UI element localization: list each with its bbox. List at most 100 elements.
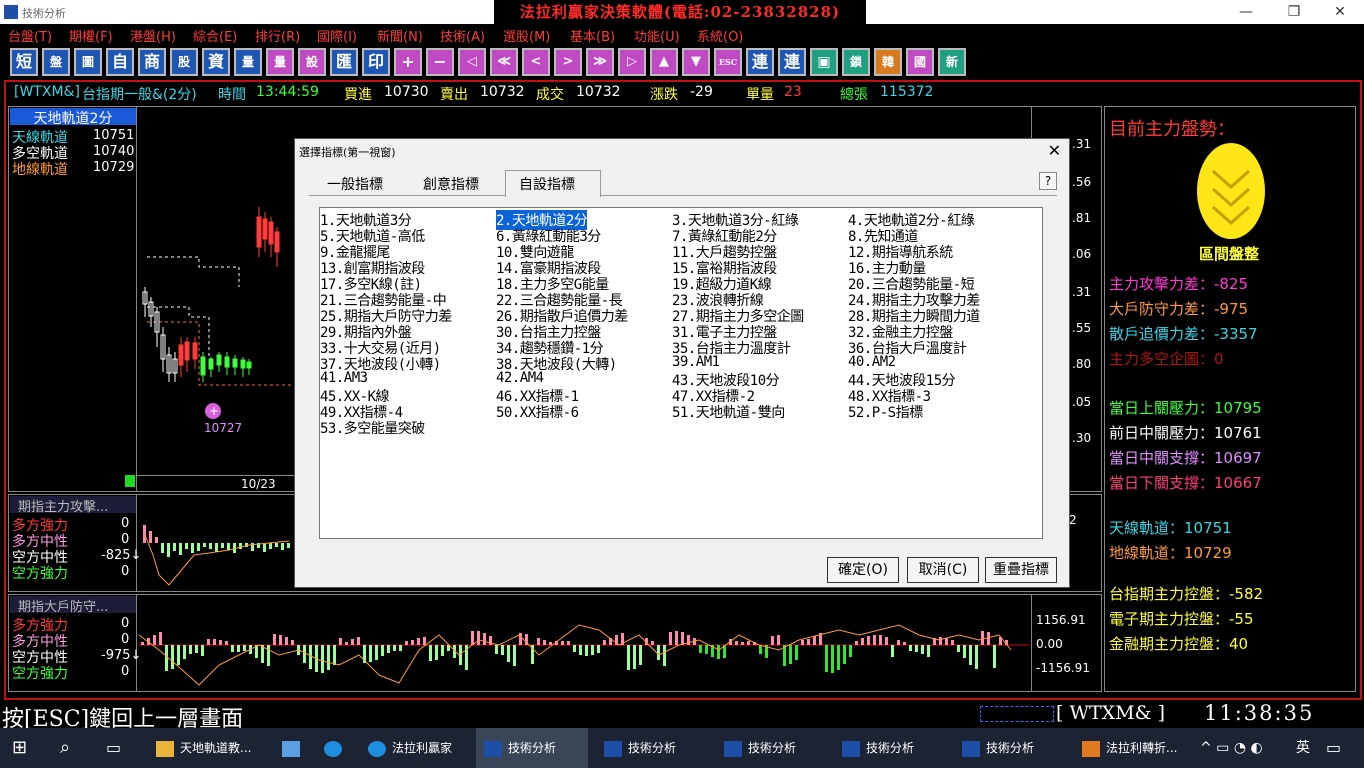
tool-commodity-button[interactable]: 商 [138,48,166,76]
histogram-bar [375,645,378,660]
tool-korea-button[interactable]: 韓 [874,48,902,76]
tool-data-button[interactable]: 資 [202,48,230,76]
lock-button[interactable]: 鎖 [842,48,870,76]
menu-item-news[interactable]: 新聞(N) [377,26,423,45]
histogram-bar [513,645,516,666]
histogram-bar [585,645,588,656]
axis-tick: .06 [1072,247,1092,261]
sky-line-value: 10751 [93,128,135,143]
search-icon[interactable]: ⌕ [60,728,70,768]
window-button[interactable]: ▣ [810,48,838,76]
indicator-option[interactable]: 53.多空能量突破 [320,418,425,438]
taskbar-item-tech-2[interactable]: 技術分析 [604,728,676,768]
symbol-code: [WTXM&] [14,84,80,100]
zoom-in-button[interactable]: + [394,48,422,76]
tool-chart-button[interactable]: 圖 [74,48,102,76]
tool-short-button[interactable]: 短 [10,48,38,76]
histogram-bar [567,641,570,645]
info-line: 主力攻擊力差：-825 [1109,275,1249,293]
first-button[interactable]: ◁ [458,48,486,76]
overlay-indicator-button[interactable]: 重疊指標 [985,557,1057,583]
start-icon[interactable]: ⊞ [12,728,27,768]
sub1-title[interactable]: 期指主力攻擊... [10,496,136,515]
histogram-bar [909,645,912,651]
menu-item-ranking[interactable]: 排行(R) [255,26,300,45]
forward-button[interactable]: > [554,48,582,76]
row-value: 0 [121,564,130,579]
taskbar-item-ferrari-turn[interactable]: 法拉利轉折... [1082,728,1177,768]
tool-self-button[interactable]: 自 [106,48,134,76]
indicator-option[interactable]: 52.P-S指標 [848,402,923,422]
taskbar-item-tech-4[interactable]: 技術分析 [842,728,914,768]
indicator-option[interactable]: 50.XX指標-6 [496,402,579,422]
menu-item-international[interactable]: 國際(I) [317,26,357,45]
sub-chart-defense[interactable]: 期指大戶防守... 多方強力 0 多方中性 0 空方中性 -975↓ 空方強力 … [8,594,1102,692]
tray-icons[interactable]: ^ ▭ ◔ ◐ [1200,728,1263,768]
tool-export-button[interactable]: 匯 [330,48,358,76]
indicator-list[interactable]: 1.天地軌道3分 2.天地軌道2分 3.天地軌道3分-紅綠 4.天地軌道2分-紅綠 5.… [319,207,1043,539]
dialog-close-icon[interactable]: ✕ [1048,141,1061,160]
indicator-option[interactable]: 51.天地軌道-雙向 [672,402,785,422]
fast-forward-button[interactable]: ≫ [586,48,614,76]
down-button[interactable]: ▼ [682,48,710,76]
histogram-bar [867,636,870,645]
ime-indicator[interactable]: 英 [1296,728,1310,768]
taskbar-item-app1[interactable] [282,728,306,768]
tab-creative[interactable]: 創意指標 [423,172,479,194]
histogram-bar [285,637,288,645]
taskbar: ⊞ ⌕ ▭ 天地軌道教... 法拉利贏家 技術分析 技術分析 技術分析 技術分析… [0,728,1364,768]
restore-button[interactable]: ❐ [1284,3,1304,21]
task-view-icon[interactable]: ▭ [106,728,121,768]
menu-item-composite[interactable]: 綜合(E) [193,26,237,45]
taskbar-item-ie[interactable] [324,728,348,768]
tool-settings-button[interactable]: 設 [298,48,326,76]
taskbar-item-tech-5[interactable]: 技術分析 [962,728,1034,768]
tab-general[interactable]: 一般指標 [327,172,383,194]
link2-button[interactable]: 連 [778,48,806,76]
close-button[interactable]: ✕ [1330,3,1350,21]
ok-button[interactable]: 確定(O) [827,557,899,583]
taskbar-item-tech-1[interactable]: 技術分析 [476,728,588,768]
menu-item-technical[interactable]: 技術(A) [440,26,485,45]
fast-back-button[interactable]: ≪ [490,48,518,76]
menu-item-basic[interactable]: 基本(B) [570,26,615,45]
tool-print-button[interactable]: 印 [362,48,390,76]
histogram-bar [483,633,486,645]
tool-volume-button[interactable]: 量 [234,48,262,76]
zoom-out-button[interactable]: − [426,48,454,76]
back-button[interactable]: < [522,48,550,76]
tool-nation-button[interactable]: 國 [906,48,934,76]
esc-button[interactable]: ESC [714,48,742,76]
menu-item-system[interactable]: 系統(O) [697,26,743,45]
minimize-button[interactable]: — [1236,3,1256,21]
menu-item-function[interactable]: 功能(U) [634,26,680,45]
histogram-bar [303,645,306,663]
help-button[interactable]: ? [1039,172,1057,190]
last-button[interactable]: ▷ [618,48,646,76]
cancel-button[interactable]: 取消(C) [907,557,979,583]
tool-stock-button[interactable]: 股 [170,48,198,76]
menu-item-taipan[interactable]: 台盤(T) [8,26,52,45]
menu-item-futures[interactable]: 期權(F) [69,26,113,45]
link-button[interactable]: 連 [746,48,774,76]
histogram-bar [963,645,966,658]
tab-custom[interactable]: 自設指標 [519,172,575,194]
sub2-title[interactable]: 期指大戶防守... [10,596,136,615]
taskbar-item-ferrari[interactable]: 法拉利贏家 [368,728,452,768]
taskbar-item-explorer[interactable]: 天地軌道教... [156,728,251,768]
tool-volume2-button[interactable]: 量 [266,48,294,76]
tool-new-button[interactable]: 新 [938,48,966,76]
up-button[interactable]: ▲ [650,48,678,76]
menu-item-hk[interactable]: 港盤(H) [130,26,176,45]
histogram-bar [417,638,420,645]
tool-board-button[interactable]: 盤 [42,48,70,76]
histogram-bar [231,645,234,652]
indicator-title[interactable]: 天地軌道2分 [10,108,136,127]
notification-icon[interactable]: ▭ [1326,728,1341,768]
indicator-option[interactable]: 42.AM4 [496,370,544,386]
indicator-option[interactable]: 39.AM1 [672,354,720,370]
indicator-option[interactable]: 40.AM2 [848,354,896,370]
indicator-option[interactable]: 41.AM3 [320,370,368,386]
taskbar-item-tech-3[interactable]: 技術分析 [724,728,796,768]
menu-item-stockpick[interactable]: 選股(M) [503,26,550,45]
